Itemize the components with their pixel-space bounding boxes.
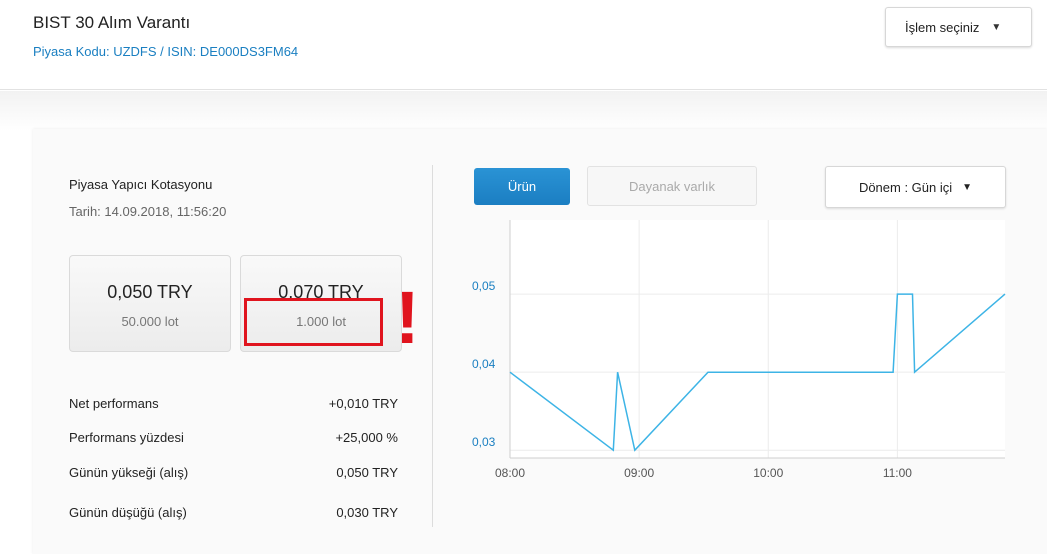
stat-label: Günün yükseği (alış)	[69, 465, 189, 480]
page-header: BIST 30 Alım Varantı Piyasa Kodu: UZDFS …	[0, 0, 1047, 90]
stat-value: 0,030 TRY	[336, 505, 398, 520]
panel-divider	[432, 165, 433, 527]
transaction-select-label: İşlem seçiniz	[905, 19, 980, 35]
caret-down-icon: ▼	[962, 181, 973, 193]
y-tick-label: 0,04	[472, 357, 496, 371]
stat-row-performance-percent: Performans yüzdesi +25,000 %	[69, 430, 398, 450]
caret-down-icon: ▼	[991, 21, 1002, 33]
tab-product[interactable]: Ürün	[474, 168, 570, 205]
y-tick-label: 0,05	[472, 279, 496, 293]
stat-row-day-low: Günün düşüğü (alış) 0,030 TRY	[69, 505, 398, 525]
x-tick-label: 09:00	[624, 466, 654, 480]
period-select-button[interactable]: Dönem : Gün içi ▼	[825, 166, 1006, 208]
bid-quote-box[interactable]: 0,050 TRY 50.000 lot	[69, 255, 231, 352]
price-line-chart: 08:00 09:00 10:00 11:00 0,03 0,04 0,05	[472, 220, 1006, 480]
page-title: BIST 30 Alım Varantı	[33, 13, 191, 32]
market-code-subtitle: Piyasa Kodu: UZDFS / ISIN: DE000DS3FM64	[33, 44, 299, 59]
y-tick-label: 0,03	[472, 435, 496, 449]
header-shadow-band	[0, 91, 1047, 131]
quote-title: Piyasa Yapıcı Kotasyonu	[69, 177, 213, 192]
stat-label: Günün düşüğü (alış)	[69, 505, 187, 520]
quote-date: Tarih: 14.09.2018, 11:56:20	[69, 204, 227, 219]
stat-value: +0,010 TRY	[328, 396, 398, 411]
ask-lot-highlight-box	[244, 298, 383, 346]
stat-value: 0,050 TRY	[336, 465, 398, 480]
transaction-select-button[interactable]: İşlem seçiniz ▼	[885, 7, 1032, 47]
stat-row-net-performance: Net performans +0,010 TRY	[69, 396, 398, 416]
bid-lot: 50.000 lot	[121, 314, 179, 329]
x-tick-label: 10:00	[753, 466, 783, 480]
alert-exclamation-mark: !	[395, 276, 420, 359]
plot-area	[510, 220, 1005, 458]
tab-underlying-asset[interactable]: Dayanak varlık	[587, 166, 757, 206]
stat-label: Net performans	[69, 396, 159, 411]
x-tick-label: 11:00	[883, 466, 912, 480]
x-tick-label: 08:00	[495, 466, 525, 480]
stat-label: Performans yüzdesi	[69, 430, 184, 445]
bid-price: 0,050 TRY	[107, 282, 193, 302]
stat-value: +25,000 %	[335, 430, 398, 445]
stat-row-day-high: Günün yükseği (alış) 0,050 TRY	[69, 465, 398, 485]
period-select-label: Dönem : Gün içi	[858, 179, 953, 195]
